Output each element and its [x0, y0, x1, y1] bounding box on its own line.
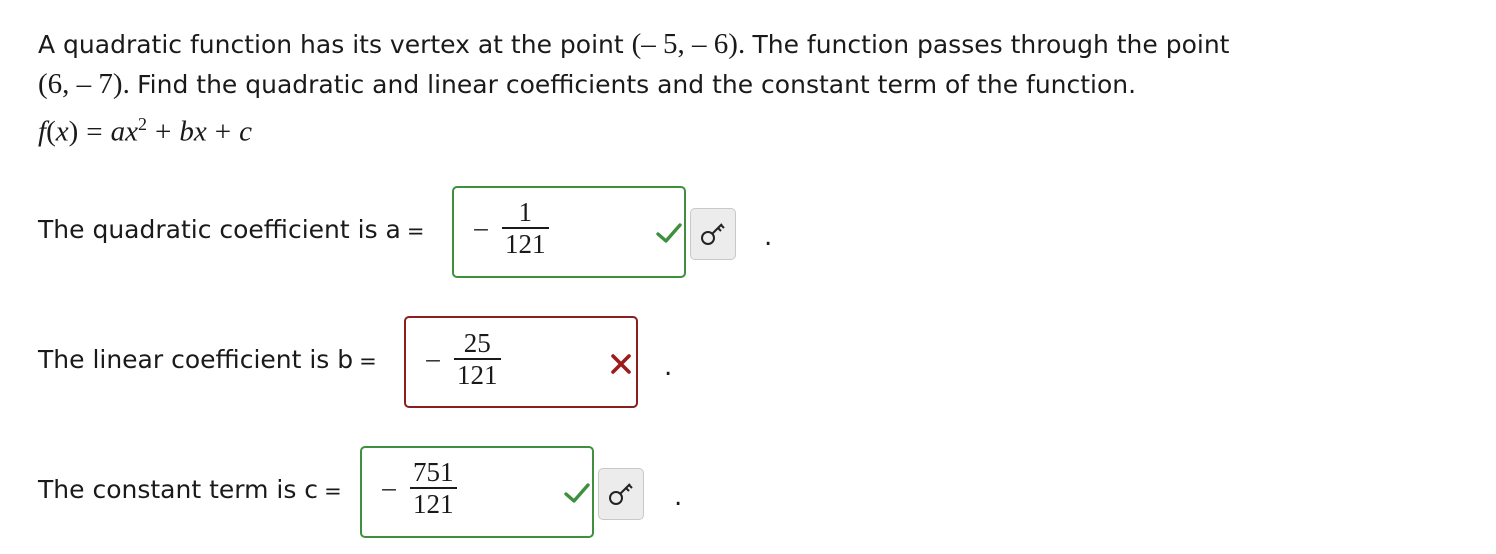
answer-value-c: – 751 121 [378, 457, 457, 519]
answer-value-a: – 1 121 [470, 197, 549, 259]
given-point: (6, – 7). [38, 68, 130, 100]
problem-line-2: (6, – 7). Find the quadratic and linear … [38, 64, 1458, 104]
period-a: . [764, 222, 773, 252]
problem-statement: A quadratic function has its vertex at t… [38, 24, 1458, 148]
answer-key-button-a[interactable] [690, 208, 736, 260]
checkmark-icon [564, 483, 590, 503]
function-formula: f(x) = ax2 + bx + c [38, 114, 252, 148]
period-b: . [664, 352, 673, 382]
problem-text-1-tail: The function passes through the point [752, 30, 1230, 59]
vertex-point: (– 5, – 6). [631, 28, 746, 60]
x-mark-icon [611, 354, 631, 374]
constant-term-label: The constant term is c = [38, 475, 342, 504]
linear-coefficient-label: The linear coefficient is b = [38, 345, 377, 374]
problem-line-1: A quadratic function has its vertex at t… [38, 24, 1458, 64]
key-icon [609, 483, 633, 505]
answer-value-b: – 25 121 [422, 328, 501, 390]
key-icon [701, 223, 725, 245]
problem-text-1: A quadratic function has its vertex at t… [38, 30, 624, 59]
quadratic-coefficient-label: The quadratic coefficient is a = [38, 215, 425, 244]
period-c: . [674, 482, 683, 512]
problem-text-2: Find the quadratic and linear coefficien… [137, 70, 1137, 99]
checkmark-icon [656, 223, 682, 243]
answer-key-button-c[interactable] [598, 468, 644, 520]
